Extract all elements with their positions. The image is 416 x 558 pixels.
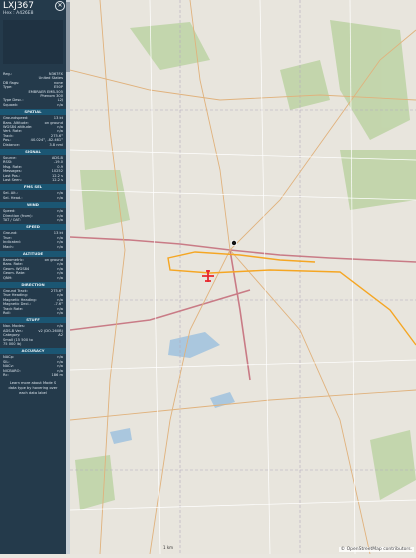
accuracy-value: 186 m <box>51 373 63 377</box>
speed-label[interactable]: Mach: <box>3 245 14 249</box>
map-attribution[interactable]: © OpenStreetMap contributors. <box>338 547 414 552</box>
map-scale: 1 km <box>163 545 174 550</box>
registration-label[interactable]: Reg.: <box>3 72 12 76</box>
speed-value: n/a <box>57 244 63 249</box>
registration-label[interactable]: Type: <box>3 85 12 89</box>
section-direction: DIRECTION <box>0 281 66 288</box>
registration-value: n/a <box>57 102 63 107</box>
section-signal: SIGNAL <box>0 148 66 155</box>
wind-value: n/a <box>57 218 63 222</box>
section-fms: FMS SEL <box>0 183 66 190</box>
altitude-value: n/a <box>57 275 63 280</box>
panel-scroll-thumb[interactable] <box>66 2 70 72</box>
stuff-label[interactable]: 75 000 lb) <box>3 342 21 346</box>
direction-value: n/a <box>57 311 63 315</box>
direction-label[interactable]: Roll: <box>3 311 11 315</box>
altitude-label[interactable]: QNH: <box>3 276 12 280</box>
section-altitude: ALTITUDE <box>0 250 66 257</box>
aircraft-photo-placeholder <box>3 20 63 64</box>
map-canvas[interactable] <box>69 0 416 555</box>
aircraft-info-panel: LXJ367 Hex : A426E8 ✕ Reg.: N367FX United … <box>0 0 66 554</box>
signal-label[interactable]: Last Seen: <box>3 178 22 182</box>
panel-scrollbar[interactable] <box>66 0 70 554</box>
accuracy-label[interactable]: Rc: <box>3 373 9 377</box>
spatial-value: 3.8 nmi <box>49 142 63 147</box>
section-stuff: STUFF <box>0 316 66 323</box>
footer-hint: each data label <box>19 391 47 396</box>
receiver-dot-icon <box>230 239 237 246</box>
callsign: LXJ367 <box>3 1 35 11</box>
fms-label[interactable]: Sel. Head.: <box>3 196 23 200</box>
fms-value: n/a <box>57 195 63 200</box>
hex-code: Hex : A426E8 <box>3 11 34 16</box>
close-icon[interactable]: ✕ <box>55 1 65 11</box>
section-wind: WIND <box>0 201 66 208</box>
stuff-value: A2 <box>58 333 63 338</box>
spatial-label[interactable]: Distance: <box>3 143 20 147</box>
section-speed: SPEED <box>0 223 66 230</box>
map-view[interactable]: 1 km © OpenStreetMap contributors. <box>69 0 416 555</box>
signal-value: 12.2 s <box>51 178 63 182</box>
section-accuracy: ACCURACY <box>0 347 66 354</box>
section-spatial: SPATIAL <box>0 108 66 115</box>
registration-label[interactable]: Squawk: <box>3 103 18 107</box>
wind-label[interactable]: TAT / OAT: <box>3 218 21 222</box>
